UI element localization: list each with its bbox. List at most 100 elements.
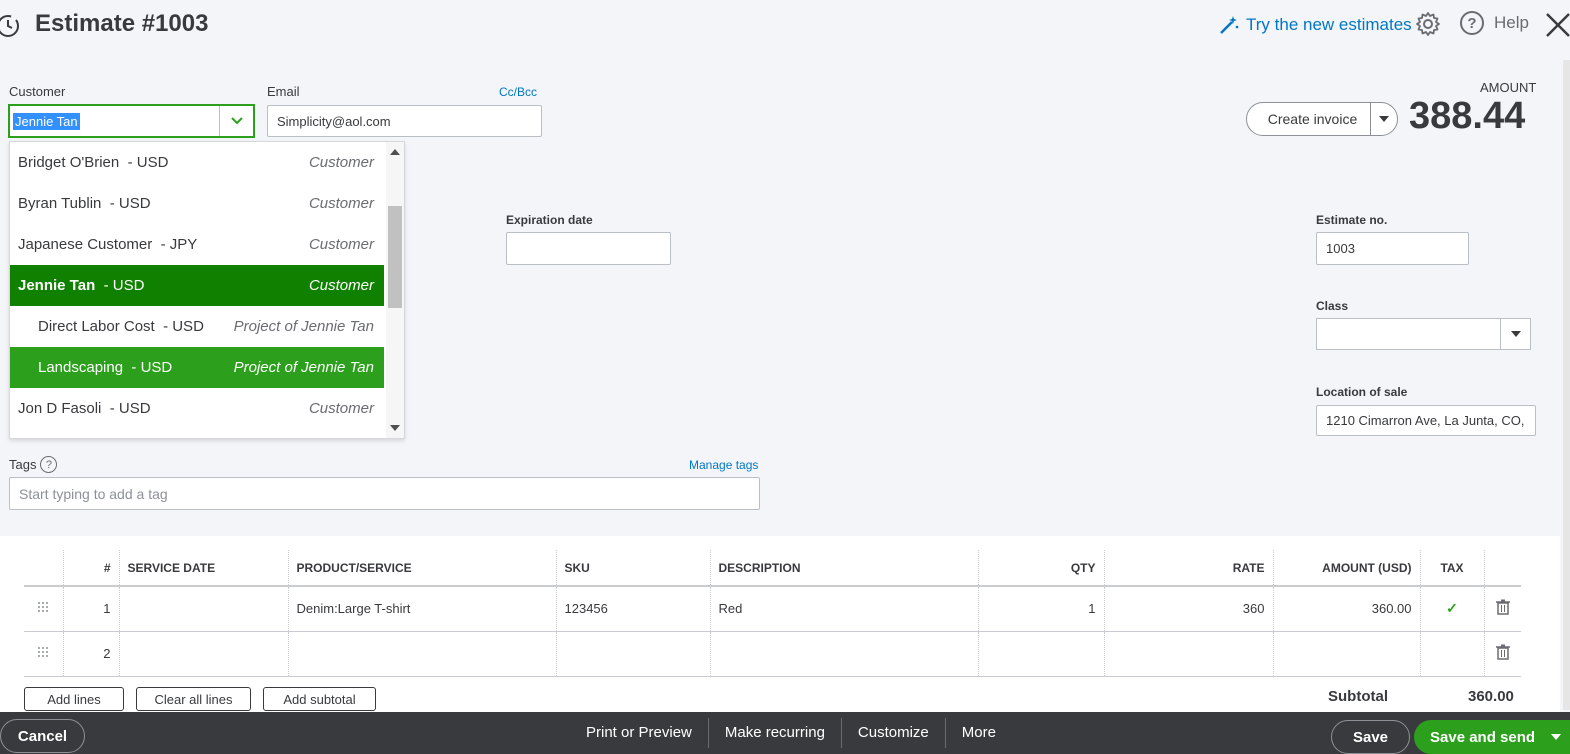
customer-dropdown-list: Bridget O'Brien - USD Customer Byran Tub… xyxy=(9,141,405,439)
col-header-product: PRODUCT/SERVICE xyxy=(288,550,557,587)
item-name: Bridget O'Brien xyxy=(18,154,120,171)
delete-row-button[interactable] xyxy=(1484,631,1521,677)
dropdown-scrollbar-thumb[interactable] xyxy=(388,206,402,308)
add-subtotal-button[interactable]: Add subtotal xyxy=(263,687,376,711)
email-label: Email xyxy=(267,84,300,99)
table-row[interactable]: 2 xyxy=(24,631,1521,677)
estimate-no-field[interactable]: 1003 xyxy=(1316,232,1469,265)
email-field[interactable]: Simplicity@aol.com xyxy=(267,105,542,137)
caret-down-icon xyxy=(1379,116,1389,122)
list-item[interactable]: Byran Tublin - USD Customer xyxy=(10,183,384,224)
drag-column-header xyxy=(24,550,64,587)
table-row[interactable]: 1 Denim:Large T-shirt 123456 Red 1 360 3… xyxy=(24,586,1521,632)
customer-input[interactable]: Jennie Tan xyxy=(10,106,219,136)
cc-bcc-link[interactable]: Cc/Bcc xyxy=(499,85,537,99)
scroll-down-icon[interactable] xyxy=(390,425,400,431)
gear-icon[interactable] xyxy=(1415,11,1441,37)
save-button[interactable]: Save xyxy=(1331,720,1410,754)
list-item-selected[interactable]: Jennie Tan - USD Customer xyxy=(10,265,384,306)
col-header-service-date: SERVICE DATE xyxy=(119,550,289,587)
col-header-rate: RATE xyxy=(1104,550,1274,587)
item-name: Japanese Customer xyxy=(18,236,153,253)
customer-dropdown-toggle[interactable] xyxy=(219,106,253,136)
col-header-description: DESCRIPTION xyxy=(710,550,979,587)
drag-handle[interactable] xyxy=(24,586,64,632)
list-item[interactable]: Bridget O'Brien - USD Customer xyxy=(10,142,384,183)
amount-label: AMOUNT xyxy=(1480,80,1537,95)
item-type: Project of Jennie Tan xyxy=(233,318,374,335)
location-field[interactable]: 1210 Cimarron Ave, La Junta, CO, xyxy=(1316,405,1536,436)
item-type: Customer xyxy=(308,195,374,212)
make-recurring-button[interactable]: Make recurring xyxy=(709,718,842,748)
cell-amount[interactable]: 360.00 xyxy=(1273,586,1421,632)
list-item-hovered[interactable]: Landscaping - USD Project of Jennie Tan xyxy=(10,347,384,388)
more-button[interactable]: More xyxy=(946,718,1012,748)
delete-row-button[interactable] xyxy=(1484,586,1521,632)
tags-label-group: Tags ? xyxy=(9,456,58,473)
expiration-date-field[interactable] xyxy=(506,232,671,265)
cell-rate[interactable] xyxy=(1104,631,1274,677)
list-item[interactable]: Jon D Fasoli - USD Customer xyxy=(10,388,384,429)
cell-service-date[interactable] xyxy=(119,586,289,632)
cancel-button[interactable]: Cancel xyxy=(0,719,85,753)
item-currency: - USD xyxy=(109,400,151,417)
cell-sku[interactable] xyxy=(556,631,711,677)
cell-product[interactable] xyxy=(288,631,557,677)
delete-column-header xyxy=(1484,550,1521,587)
cell-tax-check[interactable]: ✓ xyxy=(1420,586,1485,632)
cell-rate[interactable]: 360 xyxy=(1104,586,1274,632)
list-item[interactable]: Direct Labor Cost - USD Project of Jenni… xyxy=(10,306,384,347)
item-name: Jennie Tan xyxy=(18,277,96,294)
page-scrollbar[interactable] xyxy=(1563,60,1570,710)
table-header-row: # SERVICE DATE PRODUCT/SERVICE SKU DESCR… xyxy=(24,550,1521,587)
cell-qty[interactable] xyxy=(978,631,1105,677)
save-and-send-dropdown[interactable] xyxy=(1542,734,1570,740)
cell-amount[interactable] xyxy=(1273,631,1421,677)
tags-input[interactable]: Start typing to add a tag xyxy=(9,477,760,510)
cell-number: 1 xyxy=(63,586,120,632)
clear-all-lines-button[interactable]: Clear all lines xyxy=(136,687,251,711)
cell-description[interactable] xyxy=(710,631,979,677)
add-lines-button[interactable]: Add lines xyxy=(24,687,124,711)
list-item[interactable]: Japanese Customer - JPY Customer xyxy=(10,224,384,265)
history-icon[interactable] xyxy=(0,12,22,40)
class-dropdown-toggle[interactable] xyxy=(1500,319,1530,349)
col-header-qty: QTY xyxy=(978,550,1105,587)
manage-tags-link[interactable]: Manage tags xyxy=(689,458,758,472)
customer-label: Customer xyxy=(9,84,66,99)
trash-icon xyxy=(1495,644,1510,660)
close-icon[interactable] xyxy=(1544,10,1570,40)
scroll-up-icon[interactable] xyxy=(390,149,400,155)
subtotal-value: 360.00 xyxy=(1468,688,1514,705)
cell-service-date[interactable] xyxy=(119,631,289,677)
item-type: Customer xyxy=(308,400,374,417)
item-currency: - USD xyxy=(131,359,173,376)
item-type: Project of Jennie Tan xyxy=(233,359,374,376)
class-select[interactable] xyxy=(1316,318,1531,350)
customize-button[interactable]: Customize xyxy=(842,718,946,748)
customer-select[interactable]: Jennie Tan xyxy=(8,104,255,138)
try-new-estimates-link[interactable]: Try the new estimates xyxy=(1218,14,1412,36)
drag-handle-icon xyxy=(38,602,49,613)
cell-tax-check[interactable] xyxy=(1420,631,1485,677)
caret-down-icon xyxy=(1510,331,1521,337)
cell-sku[interactable]: 123456 xyxy=(556,586,711,632)
create-invoice-button[interactable]: Create invoice xyxy=(1246,102,1398,136)
help-button[interactable]: ? Help xyxy=(1460,11,1529,35)
create-invoice-dropdown[interactable] xyxy=(1370,103,1397,135)
cell-number: 2 xyxy=(63,631,120,677)
item-name: Byran Tublin xyxy=(18,195,102,212)
item-currency: - USD xyxy=(163,318,204,335)
save-and-send-button[interactable]: Save and send xyxy=(1414,720,1570,754)
item-type: Customer xyxy=(308,277,374,294)
cell-description[interactable]: Red xyxy=(710,586,979,632)
estimate-no-label: Estimate no. xyxy=(1316,213,1388,227)
question-icon[interactable]: ? xyxy=(40,456,58,473)
cell-product[interactable]: Denim:Large T-shirt xyxy=(288,586,557,632)
drag-handle[interactable] xyxy=(24,631,64,677)
print-preview-button[interactable]: Print or Preview xyxy=(570,718,709,748)
try-new-label: Try the new estimates xyxy=(1246,15,1412,34)
magic-wand-icon xyxy=(1220,16,1239,34)
footer-bar: Cancel Print or Preview Make recurring C… xyxy=(0,712,1570,754)
cell-qty[interactable]: 1 xyxy=(978,586,1105,632)
